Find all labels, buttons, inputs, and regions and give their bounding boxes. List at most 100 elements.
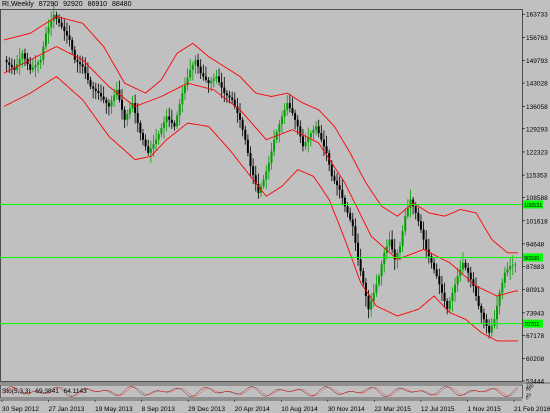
candle-body bbox=[162, 122, 165, 129]
candle-body bbox=[301, 136, 304, 147]
candle-body bbox=[309, 133, 312, 138]
candle-body bbox=[359, 259, 362, 272]
candle-body bbox=[249, 153, 252, 167]
trading-chart-window[interactable]: 163733 156763 149793 143028 136058 129293 1223… bbox=[0, 0, 550, 413]
candle-body bbox=[136, 113, 139, 124]
candle-body bbox=[325, 146, 328, 154]
x-tick-label: 29 Dec 2013 bbox=[188, 406, 225, 413]
candle-body bbox=[446, 300, 449, 310]
candle-body bbox=[144, 139, 147, 147]
x-tick-label: 21 Feb 2016 bbox=[514, 406, 550, 413]
level-price-label: 90590 bbox=[524, 256, 539, 262]
candle-body bbox=[351, 219, 354, 227]
candle-body bbox=[241, 119, 244, 130]
candle-body bbox=[406, 207, 409, 217]
candle-body bbox=[433, 262, 436, 270]
candle-body bbox=[454, 284, 457, 293]
x-tick-label: 12 Jul 2015 bbox=[421, 406, 455, 413]
candle-body bbox=[228, 95, 231, 98]
candle-body bbox=[92, 86, 95, 89]
candle-body bbox=[273, 139, 276, 152]
candle-body bbox=[60, 22, 63, 27]
x-tick-label: 27 Jan 2013 bbox=[49, 406, 85, 413]
candle-body bbox=[288, 103, 291, 109]
x-tick-label: 22 Mar 2015 bbox=[374, 406, 411, 413]
y-tick-label: 115353 bbox=[526, 173, 548, 180]
candle-body bbox=[294, 113, 297, 120]
candle-body bbox=[404, 216, 407, 232]
candle-body bbox=[68, 35, 71, 40]
candle-body bbox=[141, 133, 144, 140]
candle-body bbox=[34, 64, 37, 68]
candle-body bbox=[422, 229, 425, 240]
candle-body bbox=[475, 286, 478, 297]
candle-body bbox=[194, 59, 197, 65]
candle-body bbox=[456, 276, 459, 285]
y-tick-label: 67178 bbox=[526, 333, 544, 340]
candle-body bbox=[123, 109, 126, 120]
candle-body bbox=[89, 79, 92, 87]
candle-body bbox=[102, 96, 105, 100]
candle-body bbox=[357, 242, 360, 260]
candle-body bbox=[189, 69, 192, 78]
y-tick-label: 122323 bbox=[526, 149, 548, 156]
candle-body bbox=[186, 77, 189, 86]
candle-body bbox=[231, 97, 234, 100]
candle-body bbox=[81, 64, 84, 67]
candle-body bbox=[448, 300, 451, 310]
price-chart[interactable]: 163733 156763 149793 143028 136058 129293 1223… bbox=[0, 0, 550, 413]
candle-body bbox=[149, 148, 152, 154]
candle-body bbox=[71, 39, 74, 50]
candle-body bbox=[482, 312, 485, 320]
candle-body bbox=[173, 123, 176, 127]
y-tick-label: 60208 bbox=[526, 356, 544, 363]
level-price-label: 106531 bbox=[524, 203, 542, 209]
candle-body bbox=[79, 62, 82, 65]
candle-body bbox=[488, 325, 491, 333]
candle-body bbox=[490, 325, 493, 333]
stochastic-main-value: 69.3841 bbox=[35, 388, 59, 395]
candle-body bbox=[438, 276, 441, 285]
candle-body bbox=[354, 226, 357, 243]
candle-body bbox=[183, 85, 186, 94]
candle-body bbox=[218, 76, 221, 83]
y-tick-label: 143028 bbox=[526, 81, 548, 88]
candle-body bbox=[267, 162, 270, 172]
candle-body bbox=[343, 197, 346, 207]
candle-body bbox=[304, 141, 307, 147]
candle-body bbox=[362, 271, 365, 283]
candle-body bbox=[338, 185, 341, 190]
candle-body bbox=[139, 123, 142, 134]
bollinger-upper-band bbox=[3, 16, 518, 254]
bollinger-middle-band bbox=[3, 46, 518, 297]
candle-body bbox=[333, 176, 336, 181]
candle-body bbox=[58, 18, 61, 23]
x-tick-label: 19 May 2013 bbox=[95, 406, 133, 413]
candle-body bbox=[372, 292, 375, 301]
bollinger-lower-band bbox=[3, 75, 518, 342]
candle-body bbox=[152, 144, 155, 149]
y-tick-label: 101618 bbox=[526, 218, 548, 225]
candle-body bbox=[121, 99, 124, 110]
candle-body bbox=[204, 76, 207, 80]
candle-body bbox=[160, 128, 163, 134]
candle-body bbox=[8, 62, 11, 65]
y-tick-label: 149793 bbox=[526, 58, 548, 65]
candle-body bbox=[330, 164, 333, 177]
candle-body bbox=[375, 284, 378, 293]
candle-body bbox=[493, 319, 496, 326]
candle-body bbox=[270, 151, 273, 163]
candle-body bbox=[336, 180, 339, 186]
candle-body bbox=[5, 59, 8, 63]
candle-body bbox=[225, 93, 228, 96]
candle-body bbox=[278, 124, 281, 132]
candle-body bbox=[322, 139, 325, 147]
candle-body bbox=[414, 206, 417, 213]
candle-body bbox=[176, 115, 179, 127]
candle-body bbox=[210, 80, 213, 84]
candle-body bbox=[367, 296, 370, 310]
candle-body bbox=[100, 93, 103, 97]
y-tick-label: 163733 bbox=[526, 12, 548, 19]
high-value: 92920 bbox=[63, 1, 83, 8]
candle-body bbox=[378, 276, 381, 285]
